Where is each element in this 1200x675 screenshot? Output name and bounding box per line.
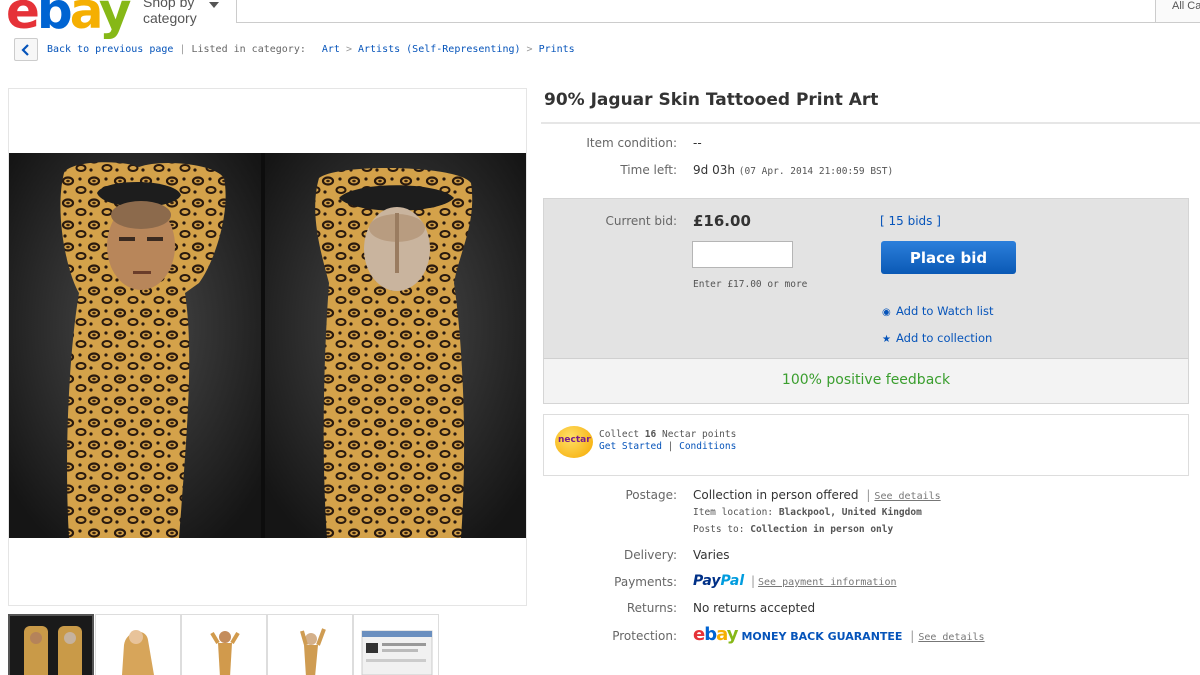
thumbnail-4[interactable] xyxy=(267,614,353,675)
crumb-prints[interactable]: Prints xyxy=(539,44,575,55)
product-photo xyxy=(9,153,526,538)
posts-to: Posts to: Collection in person only xyxy=(693,524,893,535)
bid-count-link[interactable]: [ 15 bids ] xyxy=(880,214,941,228)
logo-letter: b xyxy=(36,0,73,40)
payment-info-link[interactable]: See payment information xyxy=(758,577,896,588)
logo-letter: e xyxy=(693,624,705,645)
place-bid-button[interactable]: Place bid xyxy=(881,241,1016,274)
returns-label: Returns: xyxy=(626,601,677,615)
paypal-logo: PayPal xyxy=(693,573,744,589)
current-bid-value: £16.00 xyxy=(693,212,751,230)
shop-by-label: Shop by xyxy=(143,0,195,10)
collection-label: Add to collection xyxy=(896,331,993,345)
eye-icon: ◉ xyxy=(882,307,891,318)
item-title: 90% Jaguar Skin Tattooed Print Art xyxy=(544,90,879,110)
payments-label: Payments: xyxy=(614,575,677,589)
current-bid-label: Current bid: xyxy=(605,214,678,228)
postage-text: Collection in person offered xyxy=(693,488,859,502)
nectar-points-label: Nectar points xyxy=(661,429,737,440)
conditions-link[interactable]: Conditions xyxy=(679,441,736,452)
logo-letter: y xyxy=(726,624,739,645)
thumbnail-image xyxy=(182,615,266,675)
crumb-art[interactable]: Art xyxy=(322,44,340,55)
seller-feedback: 100% positive feedback xyxy=(781,372,951,388)
title-divider xyxy=(541,122,1200,124)
thumbnail-image xyxy=(354,615,438,675)
main-product-image[interactable] xyxy=(9,153,526,538)
search-input[interactable] xyxy=(236,0,1156,23)
thumbnail-2[interactable] xyxy=(95,614,181,675)
paypal-pal: Pal xyxy=(720,573,745,589)
logo-letter: e xyxy=(6,0,40,40)
watch-list-label: Add to Watch list xyxy=(896,304,994,318)
collect-label: Collect xyxy=(599,429,640,440)
star-icon: ★ xyxy=(882,334,891,345)
money-back-guarantee: MONEY BACK GUARANTEE xyxy=(741,630,903,643)
nectar-logo-icon: nectar xyxy=(555,426,593,458)
ebay-mbg-logo: ebay xyxy=(693,624,739,645)
thumbnail-image xyxy=(10,616,92,675)
time-left-duration: 9d 03h xyxy=(693,163,735,177)
time-left-value: 9d 03h (07 Apr. 2014 21:00:59 BST) xyxy=(693,163,893,177)
category-label: category xyxy=(143,10,197,26)
postage-value: Collection in person offered | See detail… xyxy=(693,488,941,502)
end-date: (07 Apr. 2014 21:00:59 BST) xyxy=(738,166,894,177)
protection-value: ebay MONEY BACK GUARANTEE | See details xyxy=(693,624,985,645)
breadcrumb: Back to previous page | Listed in category… xyxy=(47,44,575,55)
time-left-label: Time left: xyxy=(620,163,677,177)
listed-in-label: Listed in category: xyxy=(191,44,306,55)
shop-by-category-button[interactable]: Shop by category xyxy=(143,0,219,26)
protection-see-details-link[interactable]: See details xyxy=(918,632,984,643)
logo-letter: a xyxy=(716,624,728,645)
caret-down-icon xyxy=(209,2,219,8)
logo-letter: a xyxy=(69,0,102,40)
item-condition-value: -- xyxy=(693,136,702,150)
bid-amount-input[interactable] xyxy=(692,241,793,268)
protection-label: Protection: xyxy=(612,629,677,643)
postage-see-details-link[interactable]: See details xyxy=(874,491,940,502)
get-started-link[interactable]: Get Started xyxy=(599,441,662,452)
crumb-artists[interactable]: Artists (Self-Representing) xyxy=(358,44,521,55)
thumbnail-image xyxy=(96,615,180,675)
ebay-logo[interactable]: ebay xyxy=(6,0,131,36)
add-to-collection-link[interactable]: ★ Add to collection xyxy=(882,331,992,345)
thumbnail-3[interactable] xyxy=(181,614,267,675)
thumbnail-5[interactable] xyxy=(353,614,439,675)
postage-label: Postage: xyxy=(625,488,677,502)
item-location-value: Blackpool, United Kingdom xyxy=(778,507,922,518)
delivery-value: Varies xyxy=(693,548,730,562)
nectar-collect-text: Collect 16 Nectar points xyxy=(599,429,736,440)
thumbnail-image xyxy=(268,615,352,675)
chevron-left-icon xyxy=(21,44,29,56)
item-condition-label: Item condition: xyxy=(586,136,677,150)
item-location: Item location: Blackpool, United Kingdom xyxy=(693,507,922,518)
minimum-bid-note: Enter £17.00 or more xyxy=(693,279,808,290)
posts-to-label: Posts to: xyxy=(693,524,745,535)
thumbnail-1[interactable] xyxy=(8,614,94,675)
returns-value: No returns accepted xyxy=(693,601,816,615)
search-category-select[interactable]: All Categories xyxy=(1156,0,1200,23)
nectar-logo-text: nectar xyxy=(558,435,591,445)
paypal-pay: Pay xyxy=(693,573,721,589)
nectar-points: 16 xyxy=(644,429,657,440)
logo-letter: b xyxy=(704,624,717,645)
add-to-watch-list-link[interactable]: ◉ Add to Watch list xyxy=(882,304,993,318)
payments-value: PayPal | See payment information xyxy=(693,573,897,589)
nectar-links: Get Started | Conditions xyxy=(599,441,737,452)
logo-letter: y xyxy=(98,0,132,40)
delivery-label: Delivery: xyxy=(624,548,677,562)
back-to-previous-link[interactable]: Back to previous page xyxy=(47,44,173,55)
item-location-label: Item location: xyxy=(693,507,774,518)
posts-to-value: Collection in person only xyxy=(750,524,894,535)
back-button[interactable] xyxy=(14,38,38,61)
